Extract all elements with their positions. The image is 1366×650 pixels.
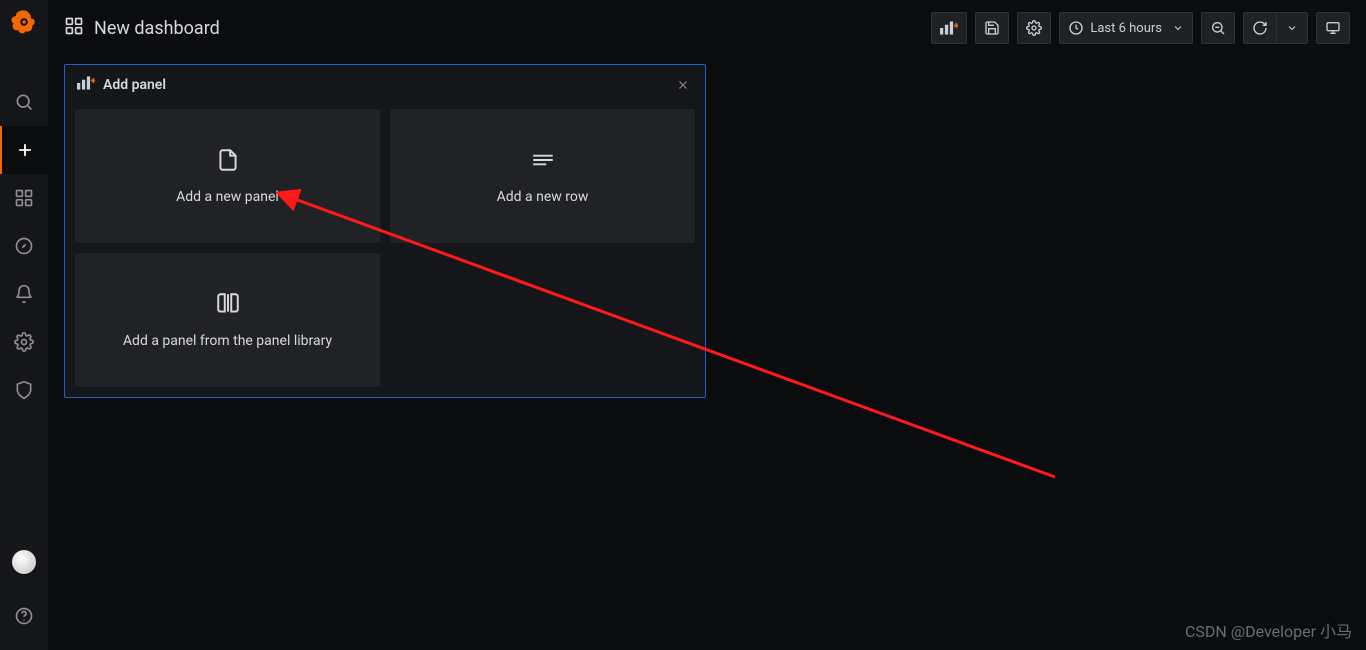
refresh-group [1243, 12, 1308, 44]
library-icon [215, 291, 241, 321]
sidebar-bottom [0, 550, 48, 650]
time-range-label: Last 6 hours [1090, 21, 1162, 36]
nav-help[interactable] [0, 592, 48, 640]
file-icon [215, 147, 241, 177]
breadcrumb[interactable]: New dashboard [64, 16, 220, 40]
card-label: Add a new panel [176, 189, 279, 205]
cycle-view-mode-button[interactable] [1316, 12, 1350, 44]
content: Add panel Add a new panel [48, 56, 1366, 650]
add-panel-options: Add a new panel Add a new row Add a pane… [65, 105, 705, 397]
refresh-button[interactable] [1243, 12, 1276, 44]
add-panel-button[interactable] [931, 12, 967, 44]
nav-server-admin[interactable] [0, 366, 48, 414]
chevron-down-icon [1172, 22, 1184, 34]
nav-alerting[interactable] [0, 270, 48, 318]
add-new-row-card[interactable]: Add a new row [390, 109, 695, 243]
card-label: Add a panel from the panel library [123, 333, 332, 349]
add-from-library-card[interactable]: Add a panel from the panel library [75, 253, 380, 387]
bar-chart-plus-icon [77, 76, 95, 94]
dashboards-icon [64, 16, 84, 40]
nav-explore[interactable] [0, 222, 48, 270]
time-range-picker[interactable]: Last 6 hours [1059, 12, 1193, 44]
refresh-interval-picker[interactable] [1276, 12, 1308, 44]
topbar: New dashboard L [48, 0, 1366, 56]
chevron-down-icon [1286, 22, 1298, 34]
page-title: New dashboard [94, 18, 220, 39]
close-add-panel-button[interactable] [671, 73, 695, 97]
save-button[interactable] [975, 12, 1009, 44]
add-new-panel-card[interactable]: Add a new panel [75, 109, 380, 243]
add-panel-header: Add panel [65, 65, 705, 105]
nav-dashboards[interactable] [0, 174, 48, 222]
settings-button[interactable] [1017, 12, 1051, 44]
zoom-out-button[interactable] [1201, 12, 1235, 44]
nav-create[interactable] [0, 126, 48, 174]
card-label: Add a new row [497, 189, 589, 205]
grafana-logo[interactable] [8, 6, 40, 38]
sidebar [0, 0, 48, 650]
rows-icon [530, 147, 556, 177]
close-icon [676, 78, 690, 92]
add-panel-title: Add panel [103, 77, 166, 93]
nav-search[interactable] [0, 78, 48, 126]
add-panel-widget: Add panel Add a new panel [64, 64, 706, 398]
avatar[interactable] [12, 550, 36, 574]
watermark: CSDN @Developer 小马 [1185, 618, 1352, 642]
toolbar: Last 6 hours [931, 12, 1350, 44]
nav-configuration[interactable] [0, 318, 48, 366]
